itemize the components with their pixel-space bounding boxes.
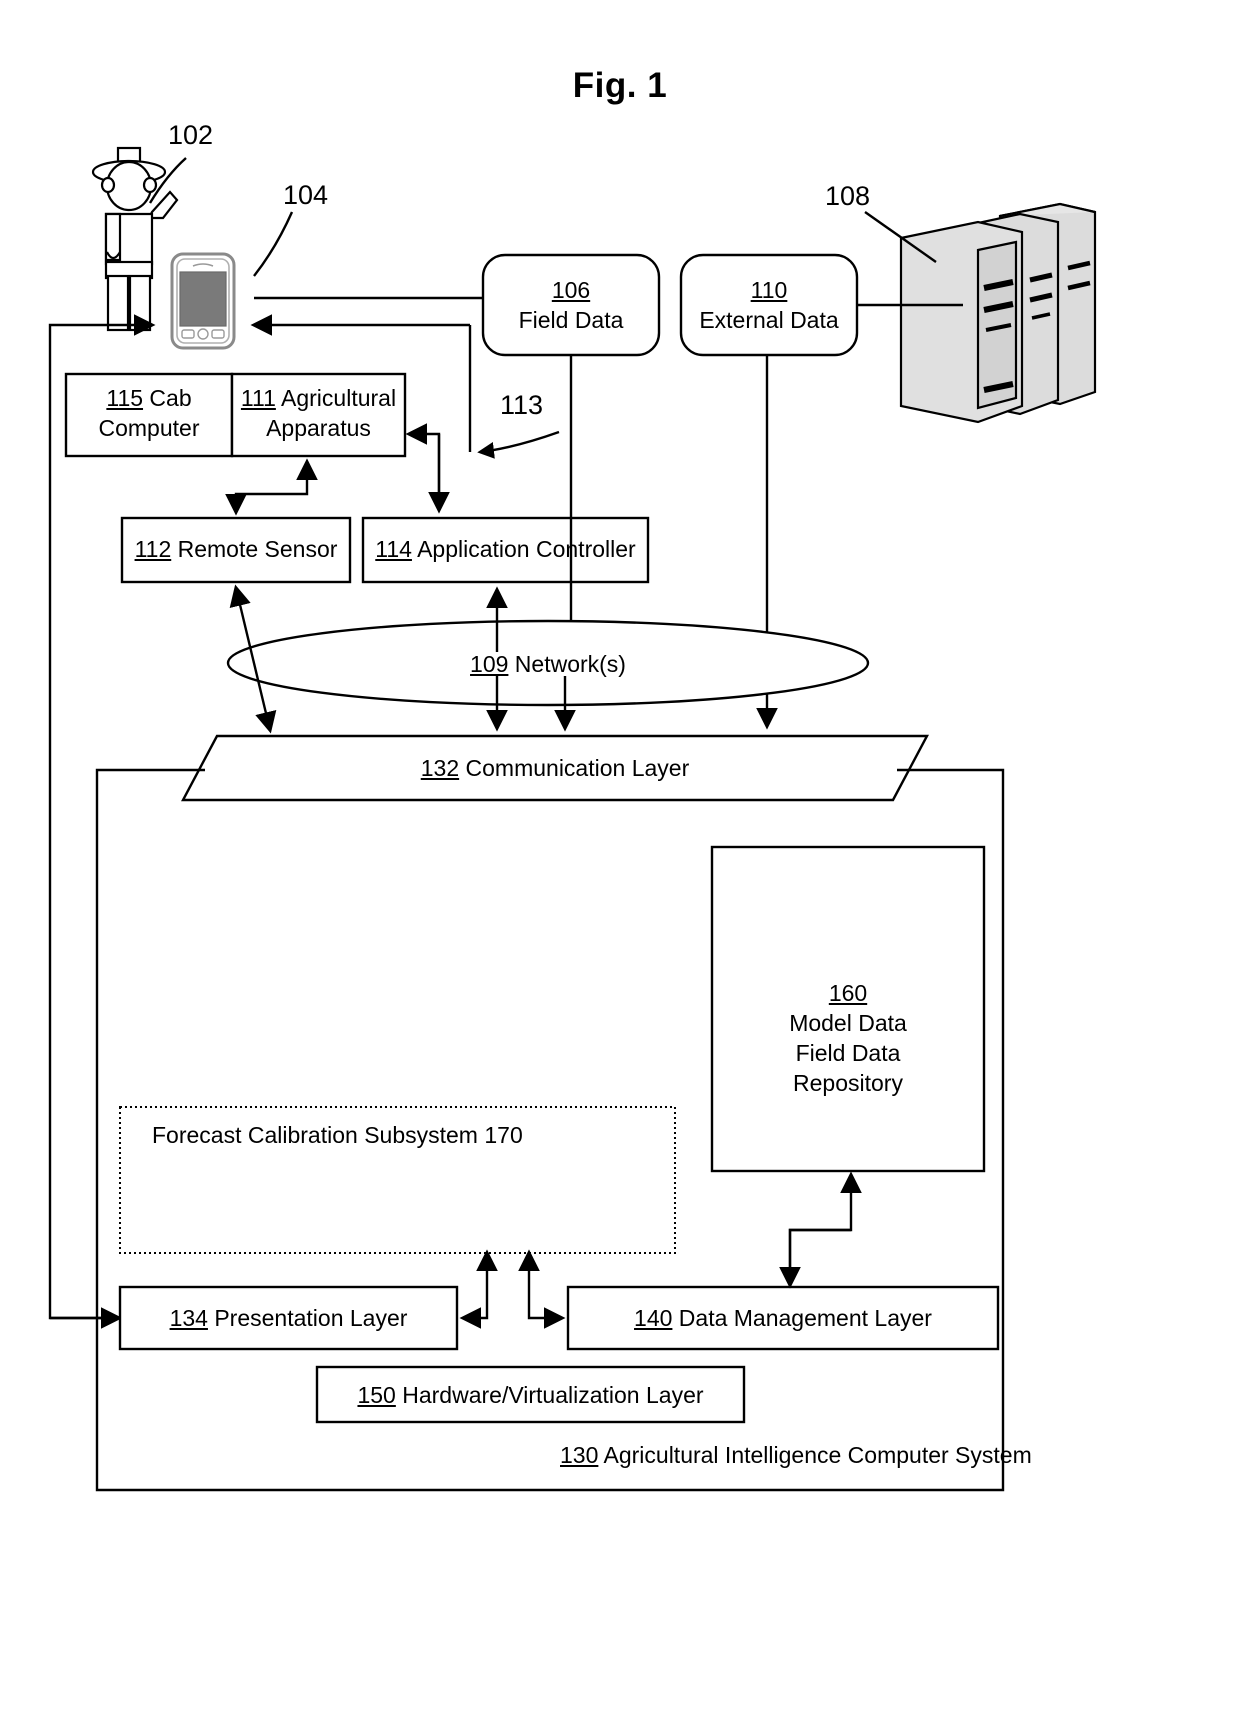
repository-line2: Field Data [795,1040,901,1066]
repository-label: 160 Model Data Field Data Repository [712,978,984,1098]
field-data-label: 106 Field Data [483,275,659,335]
external-data-label: 110 External Data [681,275,857,335]
agricultural-apparatus-label: 111 Agricultural Apparatus [232,383,405,443]
remote-sensor-text: Remote Sensor [177,536,338,562]
data-management-layer-label: 140 Data Management Layer [568,1303,998,1333]
callout-102: 102 [168,120,214,150]
application-controller-text: Application Controller [417,536,636,562]
communication-layer-text: Communication Layer [465,755,690,781]
hardware-layer-ref: 150 [357,1382,396,1408]
person-with-hat-icon [91,146,179,332]
cab-computer-ref: 115 [106,385,144,411]
mobile-phone-icon [170,252,236,350]
agricultural-apparatus-text: Agricultural [281,385,397,411]
network-label: 109 Network(s) [398,649,698,679]
agricultural-apparatus-text2: Apparatus [266,415,371,441]
repository-ref: 160 [828,980,868,1006]
callout-113: 113 [500,390,544,420]
application-controller-ref: 114 [375,536,412,562]
presentation-layer-text: Presentation Layer [214,1305,408,1331]
server-stack-icon [899,202,1097,424]
application-controller-label: 114 Application Controller [363,534,648,564]
patent-figure-page: Fig. 1 102 104 108 113 106 Field Data 11… [0,0,1240,1712]
hardware-layer-label: 150 Hardware/Virtualization Layer [317,1380,744,1410]
agricultural-apparatus-ref: 111 [240,385,276,411]
data-management-layer-ref: 140 [634,1305,673,1331]
hardware-layer-text: Hardware/Virtualization Layer [402,1382,704,1408]
repository-line1: Model Data [789,1010,907,1036]
field-data-ref: 106 [551,277,591,303]
cab-computer-label: 115 Cab Computer [66,383,232,443]
communication-layer-ref: 132 [420,755,460,781]
remote-sensor-ref: 112 [134,536,172,562]
system-container-ref: 130 [560,1442,599,1468]
presentation-layer-label: 134 Presentation Layer [120,1303,457,1333]
cab-computer-text: Cab [149,385,192,411]
callout-108: 108 [825,181,871,211]
network-ref: 109 [470,651,509,677]
communication-layer-label: 132 Communication Layer [405,753,705,783]
system-container-label: 130 Agricultural Intelligence Computer S… [560,1440,1032,1470]
presentation-layer-ref: 134 [169,1305,208,1331]
network-text: Network(s) [514,651,626,677]
remote-sensor-label: 112 Remote Sensor [122,534,350,564]
system-container-text: Agricultural Intelligence Computer Syste… [603,1442,1032,1468]
external-data-ref: 110 [750,277,788,303]
forecast-subsystem-text: Forecast Calibration Subsystem 170 [152,1122,523,1148]
repository-line3: Repository [793,1070,903,1096]
field-data-text: Field Data [518,307,624,333]
callout-104: 104 [283,180,329,210]
cab-computer-text2: Computer [98,415,200,441]
data-management-layer-text: Data Management Layer [678,1305,932,1331]
forecast-subsystem-label: Forecast Calibration Subsystem 170 [152,1120,632,1150]
external-data-text: External Data [699,307,839,333]
